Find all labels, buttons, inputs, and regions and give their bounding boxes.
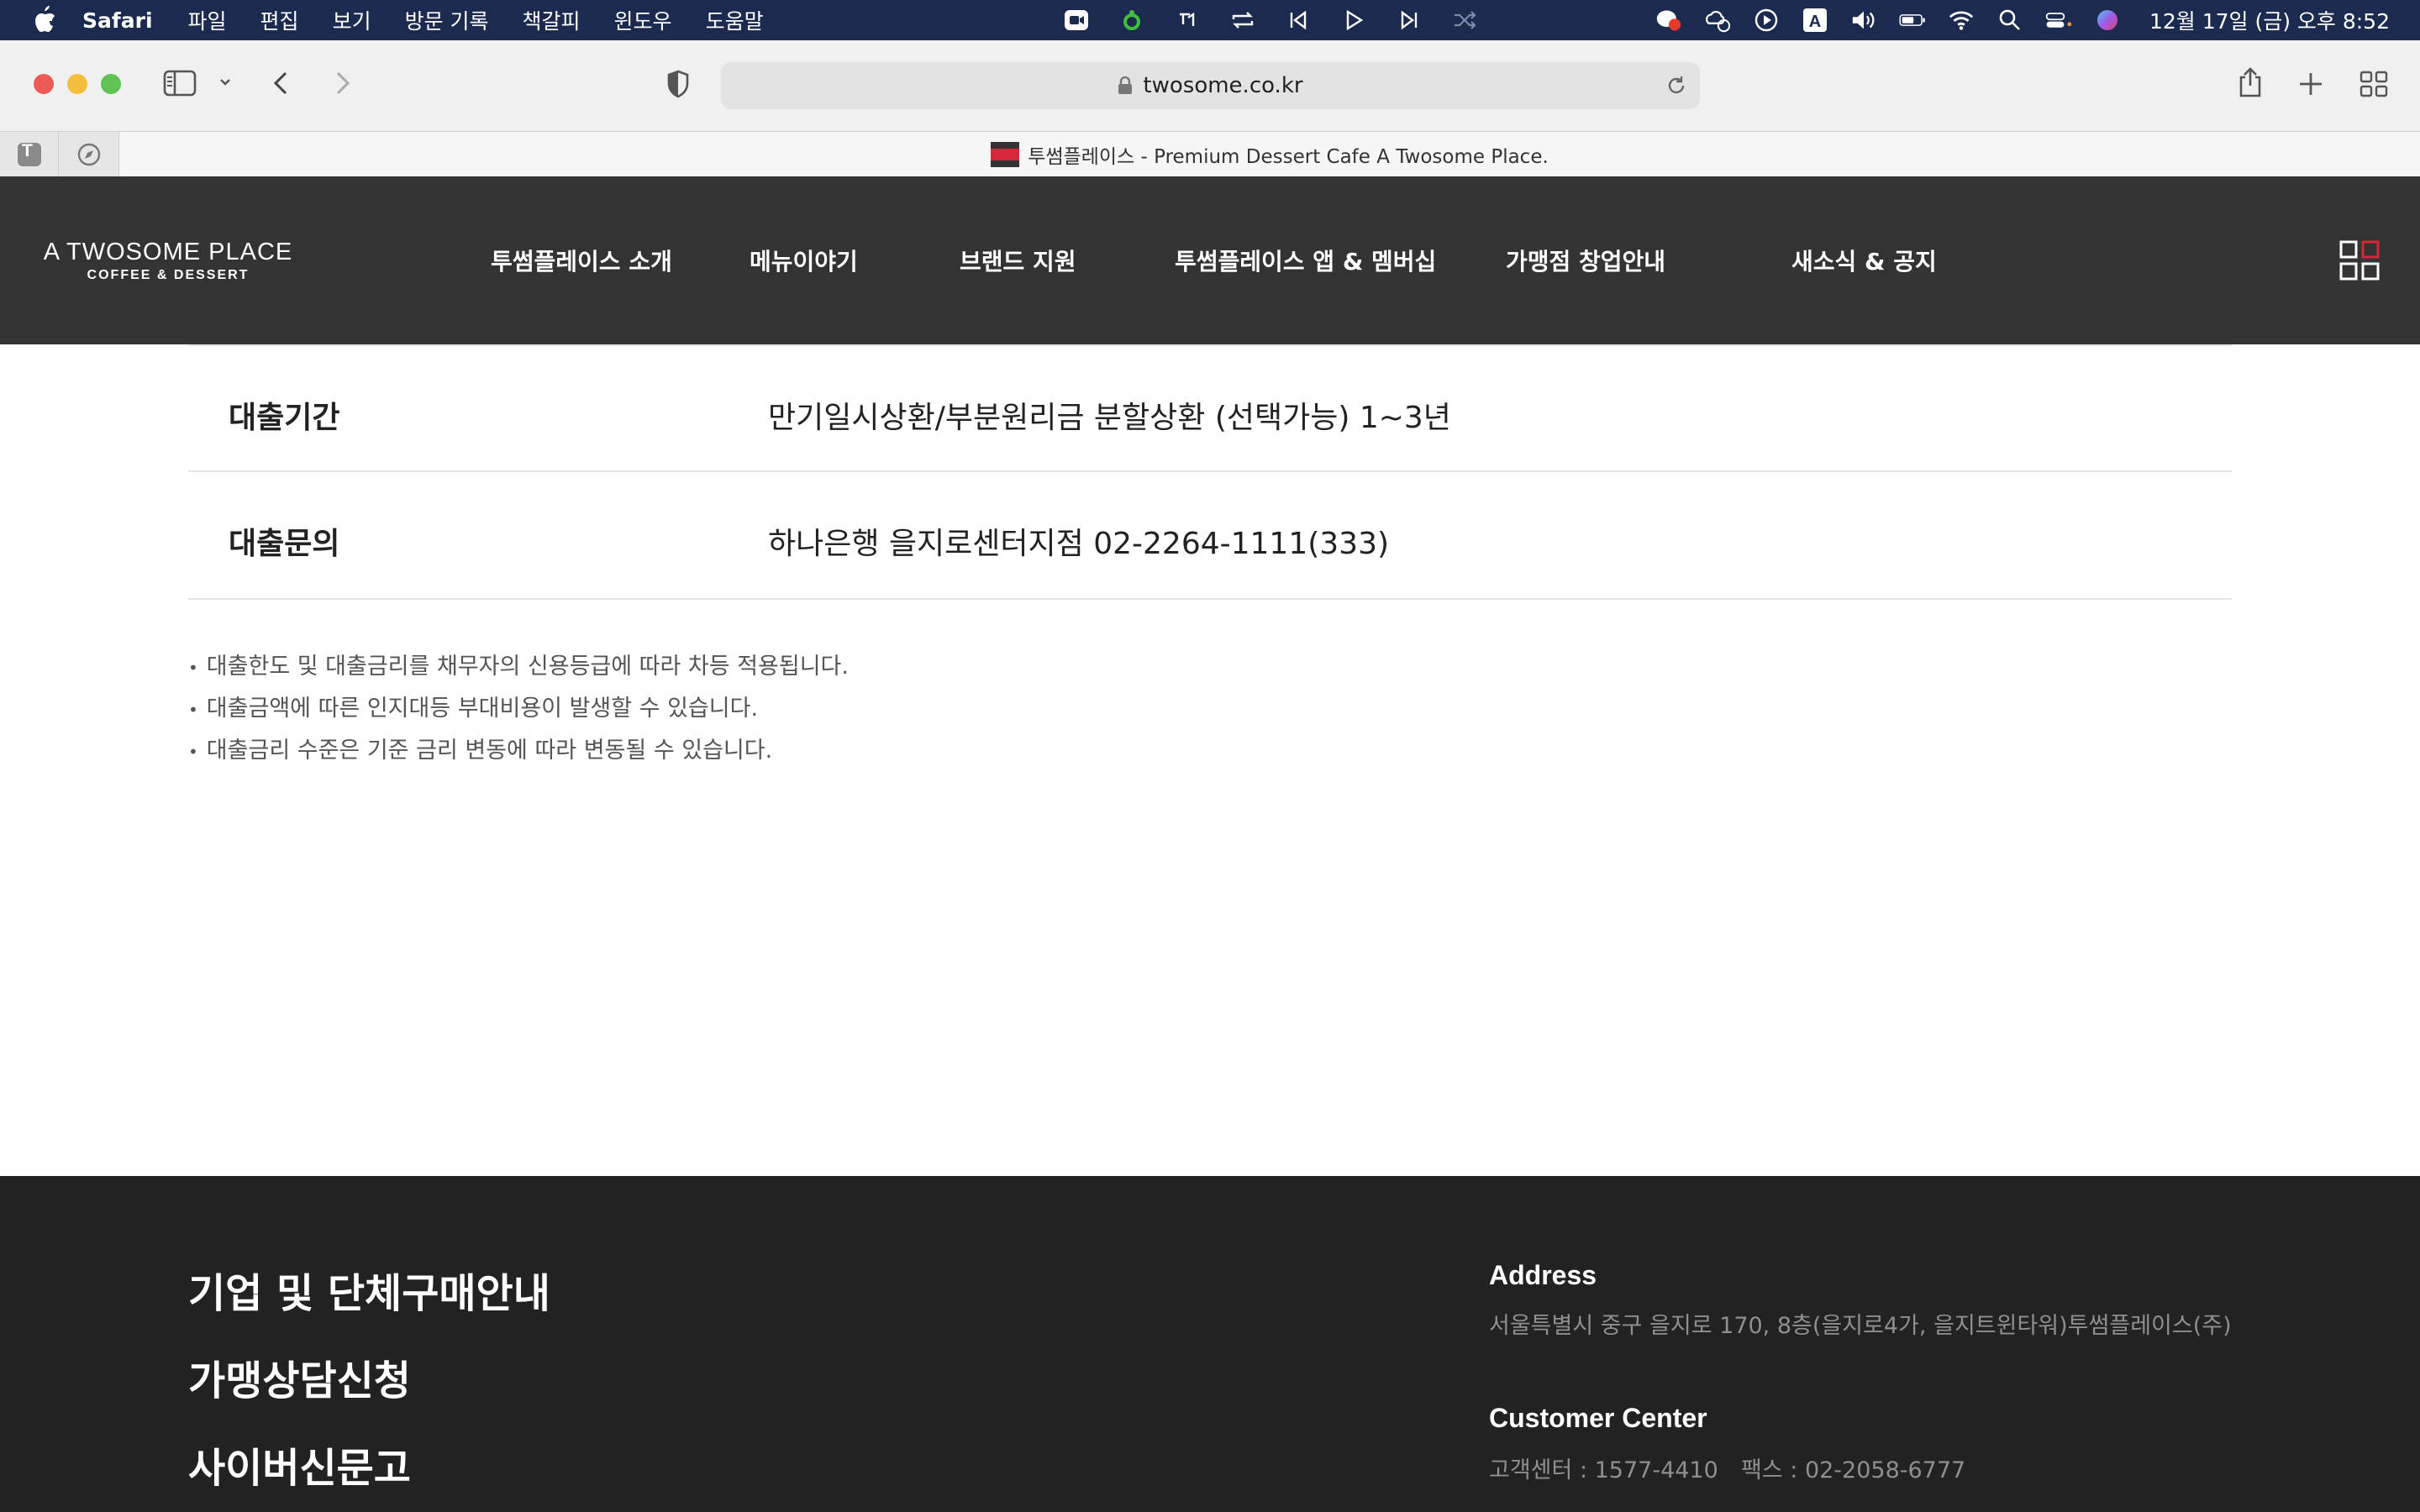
- share-icon[interactable]: [2237, 66, 2264, 99]
- macos-menubar: Safari 파일 편집 보기 방문 기록 책갈피 윈도우 도움말 A 12월 …: [0, 0, 2420, 40]
- play-icon[interactable]: [1340, 7, 1367, 34]
- app-name-menu[interactable]: Safari: [82, 8, 153, 33]
- menu-edit[interactable]: 편집: [260, 5, 299, 35]
- logo-subtitle: COFFEE & DESSERT: [87, 268, 250, 282]
- tab-title: 투썸플레이스 - Premium Dessert Cafe A Twosome …: [1028, 146, 1549, 168]
- footer-link-cyber-report[interactable]: 사이버신문고: [188, 1435, 411, 1494]
- footer-address: 서울특별시 중구 을지로 170, 8층(을지로4가, 을지트윈타워)투썸플레이…: [1489, 1313, 2232, 1339]
- wifi-icon[interactable]: [1948, 7, 1975, 34]
- window-zoom-button[interactable]: [101, 74, 121, 94]
- footer-fax: 팩스 : 02-2058-6777: [1741, 1457, 1966, 1483]
- note-item: 대출한도 및 대출금리를 채무자의 신용등급에 따라 차등 적용됩니다.: [188, 652, 849, 694]
- tab-favicon-icon: [991, 142, 1020, 167]
- loan-notes: 대출한도 및 대출금리를 채무자의 신용등급에 따라 차등 적용됩니다. 대출금…: [188, 652, 849, 778]
- weather-icon[interactable]: [1704, 7, 1731, 34]
- volume-icon[interactable]: [1850, 7, 1877, 34]
- table-row: 대출문의 하나은행 을지로센터지점 02-2264-1111(333): [188, 472, 2232, 600]
- table-row: 대출기간 만기일시상환/부분원리금 분할상환 (선택가능) 1~3년: [188, 344, 2232, 472]
- nav-brand-support[interactable]: 브랜드 지원: [960, 244, 1076, 277]
- input-source-icon[interactable]: A: [1802, 7, 1828, 34]
- footer-address-heading: Address: [1489, 1260, 1597, 1290]
- site-header: A TWOSOME PLACE COFFEE & DESSERT 투썸플레이스 …: [0, 176, 2420, 344]
- privacy-shield-icon[interactable]: [666, 69, 691, 99]
- nav-app-membership[interactable]: 투썸플레이스 앱 & 멤버십: [1175, 244, 1436, 277]
- window-minimize-button[interactable]: [67, 74, 87, 94]
- lyrics-icon[interactable]: [1174, 7, 1201, 34]
- chat-notification-icon[interactable]: [1655, 7, 1682, 34]
- compass-icon: [77, 143, 100, 166]
- logo-title: A TWOSOME PLACE: [43, 239, 293, 265]
- menu-window[interactable]: 윈도우: [614, 5, 672, 35]
- control-center-icon[interactable]: [2045, 7, 2072, 34]
- apple-logo-icon[interactable]: [32, 6, 57, 34]
- all-menu-grid-icon[interactable]: [2339, 240, 2380, 281]
- nav-menu[interactable]: 메뉴이야기: [750, 244, 858, 277]
- loan-period-label: 대출기간: [229, 401, 340, 435]
- new-tab-plus-icon[interactable]: [2297, 71, 2324, 97]
- menu-bookmarks[interactable]: 책갈피: [523, 5, 581, 35]
- repeat-icon[interactable]: [1229, 7, 1256, 34]
- menu-help[interactable]: 도움말: [706, 5, 764, 35]
- url-text[interactable]: twosome.co.kr: [1143, 73, 1302, 98]
- status-dot-icon[interactable]: [1118, 7, 1145, 34]
- address-bar[interactable]: twosome.co.kr: [721, 62, 1700, 109]
- browser-toolbar: twosome.co.kr: [0, 40, 2420, 131]
- menu-view[interactable]: 보기: [333, 5, 371, 35]
- siri-icon[interactable]: [2094, 7, 2121, 34]
- pinned-tab-t[interactable]: T: [0, 132, 59, 177]
- shuffle-icon[interactable]: [1451, 7, 1478, 34]
- menu-file[interactable]: 파일: [188, 5, 227, 35]
- next-track-icon[interactable]: [1396, 7, 1423, 34]
- play-circle-icon[interactable]: [1753, 7, 1780, 34]
- footer-link-corporate-purchase[interactable]: 기업 및 단체구매안내: [188, 1260, 550, 1319]
- site-footer: 기업 및 단체구매안내 가맹상담신청 사이버신문고 Address 서울특별시 …: [0, 1176, 2420, 1512]
- reload-icon[interactable]: [1665, 74, 1688, 103]
- video-camera-icon[interactable]: [1063, 7, 1090, 34]
- nav-news[interactable]: 새소식 & 공지: [1791, 244, 1937, 277]
- tab-bar: T 투썸플레이스 - Premium Dessert Cafe A Twosom…: [0, 131, 2420, 177]
- loan-inquiry-value: 하나은행 을지로센터지점 02-2264-1111(333): [768, 527, 1390, 561]
- nav-about[interactable]: 투썸플레이스 소개: [491, 244, 672, 277]
- note-item: 대출금액에 따른 인지대등 부대비용이 발생할 수 있습니다.: [188, 694, 849, 736]
- back-arrow-icon[interactable]: [269, 69, 294, 97]
- spotlight-search-icon[interactable]: [1996, 7, 2023, 34]
- previous-track-icon[interactable]: [1285, 7, 1312, 34]
- footer-link-franchise-consult[interactable]: 가맹상담신청: [188, 1347, 411, 1406]
- note-item: 대출금리 수준은 기준 금리 변동에 따라 변동될 수 있습니다.: [188, 736, 849, 778]
- lock-icon: [1118, 76, 1133, 94]
- tab-overview-icon[interactable]: [2360, 71, 2388, 97]
- sidebar-chevron-down-icon[interactable]: [217, 74, 234, 91]
- loan-inquiry-label: 대출문의: [229, 527, 340, 561]
- forward-arrow-icon[interactable]: [329, 69, 355, 97]
- window-close-button[interactable]: [34, 74, 54, 94]
- active-tab[interactable]: 투썸플레이스 - Premium Dessert Cafe A Twosome …: [119, 132, 2420, 177]
- battery-icon[interactable]: [1899, 7, 1926, 34]
- menubar-status-area: A 12월 17일 (금) 오후 8:52: [1655, 0, 2390, 40]
- nav-franchise[interactable]: 가맹점 창업안내: [1506, 244, 1665, 277]
- sidebar-toggle-icon[interactable]: [163, 69, 197, 97]
- pinned-tab-compass[interactable]: [59, 132, 119, 177]
- svg-text:A: A: [1809, 13, 1821, 31]
- media-controls: [1063, 7, 1478, 34]
- footer-customer-phone: 고객센터 : 1577-4410: [1489, 1457, 1718, 1483]
- loan-info-table: 대출기간 만기일시상환/부분원리금 분할상환 (선택가능) 1~3년 대출문의 …: [188, 344, 2232, 600]
- menu-history[interactable]: 방문 기록: [405, 5, 489, 35]
- site-logo[interactable]: A TWOSOME PLACE COFFEE & DESSERT: [40, 239, 296, 283]
- footer-customer-heading: Customer Center: [1489, 1403, 1707, 1433]
- menubar-clock[interactable]: 12월 17일 (금) 오후 8:52: [2149, 5, 2390, 35]
- pinned-tab-letter: T: [22, 141, 33, 160]
- loan-period-value: 만기일시상환/부분원리금 분할상환 (선택가능) 1~3년: [768, 401, 1451, 435]
